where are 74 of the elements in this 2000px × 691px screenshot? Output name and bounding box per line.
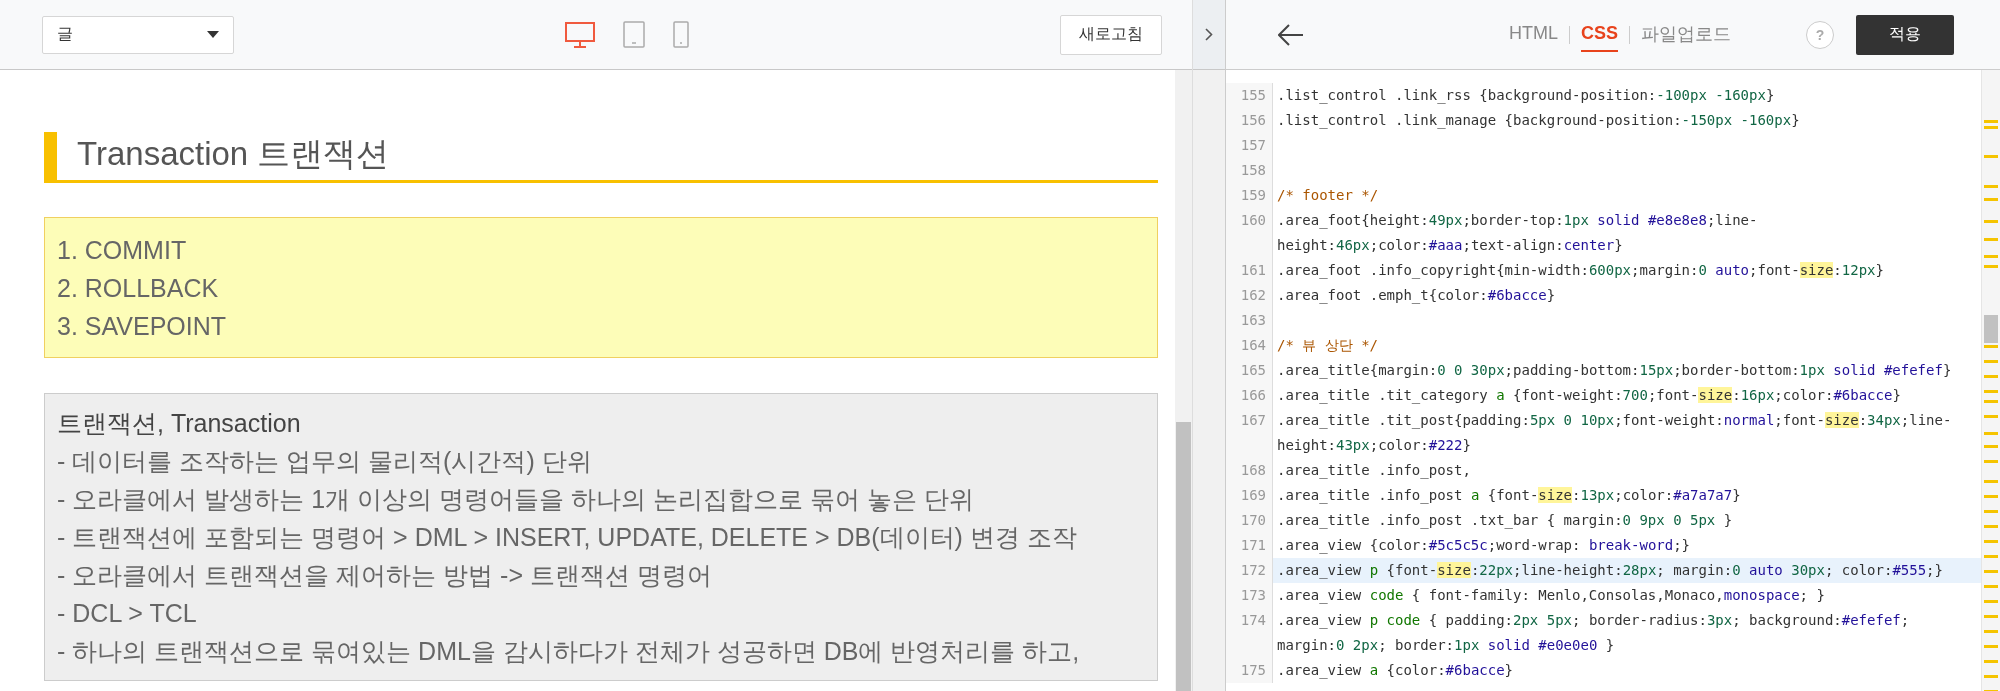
- line-number: 161: [1239, 261, 1267, 280]
- code-line: .area_view code { font-family: Menlo,Consolas,Monaco,monospace; }: [1277, 586, 1826, 606]
- line-number: 170: [1239, 511, 1267, 530]
- editor-tab[interactable]: 파일업로드: [1641, 15, 1731, 54]
- line-number: 165: [1239, 361, 1267, 380]
- code-line: .area_view {color:#5c5c5c;word-wrap: break-word;}: [1277, 536, 1692, 556]
- back-button[interactable]: [1278, 23, 1304, 46]
- chevron-right-icon: [1205, 28, 1213, 41]
- code-line: .area_title .tit_category a {font-weight:700;font-size:16px;color:#6bacce}: [1277, 386, 1902, 406]
- definition-line: - 하나의 트랜잭션으로 묶여있는 DML을 감시하다가 전체가 성공하면 DB에 반영처리를 하고,: [57, 636, 1081, 667]
- scrollbar-thumb[interactable]: [1176, 422, 1191, 691]
- help-button[interactable]: ?: [1806, 20, 1834, 49]
- code-line: .area_view a {color:#6bacce}: [1277, 661, 1515, 681]
- code-line: margin:0 2px; border:1px solid #e0e0e0 }: [1277, 636, 1616, 655]
- definition-line: - DCL > TCL: [57, 598, 198, 629]
- definition-line: - 오라클에서 트랜잭션을 제어하는 방법 -> 트랜잭션 명령어: [57, 560, 713, 591]
- code-line: .area_foot .info_copyright{min-width:600px;margin:0 auto;font-size:12px}: [1277, 261, 1885, 281]
- device-button[interactable]: [623, 21, 645, 48]
- post-title: Transaction 트랜잭션: [76, 134, 390, 174]
- line-number: 167: [1239, 411, 1267, 430]
- line-number: 169: [1239, 486, 1267, 505]
- apply-button[interactable]: 적용: [1856, 14, 1954, 55]
- line-number: 155: [1239, 86, 1267, 105]
- category-dropdown[interactable]: 글: [42, 15, 234, 54]
- editor-tab[interactable]: HTML: [1509, 17, 1558, 52]
- code-line: .area_title .info_post,: [1277, 461, 1472, 481]
- list-item: 2. ROLLBACK: [57, 273, 220, 304]
- code-line: .area_view p code { padding:2px 5px; border-radius:3px; background:#efefef;: [1277, 611, 1911, 631]
- line-number: 156: [1239, 111, 1267, 130]
- device-button[interactable]: [673, 21, 689, 48]
- definition-heading: 트랜잭션, Transaction: [57, 408, 302, 439]
- code-line: .area_foot{height:49px;border-top:1px solid #e8e8e8;line-: [1277, 211, 1759, 231]
- monitor-icon: [565, 21, 595, 48]
- code-line: height:46px;color:#aaa;text-align:center}: [1277, 236, 1624, 255]
- back-arrow-icon: [1278, 23, 1304, 46]
- line-number: 158: [1239, 161, 1267, 180]
- scrollbar[interactable]: [1981, 70, 2000, 691]
- code-line: .list_control .link_rss {background-position:-100px -160px}: [1277, 86, 1776, 106]
- line-number: 174: [1239, 611, 1267, 630]
- code-line: height:43px;color:#222}: [1277, 436, 1472, 455]
- line-number: 160: [1239, 211, 1267, 230]
- code-line: .area_title .info_post .txt_bar { margin:0 9px 0 5px }: [1277, 511, 1734, 531]
- code-line: .area_title .info_post a {font-size:13px;color:#a7a7a7}: [1277, 486, 1742, 506]
- definition-line: - 오라클에서 발생하는 1개 이상의 명령어들을 하나의 논리집합으로 묶어 놓은 단위: [57, 484, 975, 515]
- definition-line: - 트랜잭션에 포함되는 명령어 > DML > INSERT, UPDATE, DELETE > DB(데이터) 변경 조작: [57, 522, 1078, 553]
- code-line: /* footer */: [1277, 186, 1380, 205]
- phone-icon: [673, 21, 689, 48]
- editor-tab[interactable]: CSS: [1581, 17, 1618, 52]
- refresh-button[interactable]: 새로고침: [1060, 14, 1162, 55]
- code-line: .area_title .tit_post{padding:5px 0 10px;font-weight:normal;font-size:34px;line-: [1277, 411, 1953, 431]
- line-number: 166: [1239, 386, 1267, 405]
- line-number: 157: [1239, 136, 1267, 155]
- definition-line: - 데이터를 조작하는 업무의 물리적(시간적) 단위: [57, 446, 593, 477]
- code-line: /* 뷰 상단 */: [1277, 336, 1379, 355]
- code-line: .area_title{margin:0 0 30px;padding-bottom:15px;border-bottom:1px solid #efefef}: [1277, 361, 1953, 381]
- line-number: 162: [1239, 286, 1267, 305]
- line-number: 172: [1239, 561, 1267, 580]
- line-number: 173: [1239, 586, 1267, 605]
- caret-icon: [207, 31, 219, 38]
- line-number: 164: [1239, 336, 1267, 355]
- line-number: 175: [1239, 661, 1267, 680]
- line-number: 171: [1239, 536, 1267, 555]
- line-number: 168: [1239, 461, 1267, 480]
- line-number: 163: [1239, 311, 1267, 330]
- collapse-button[interactable]: [1193, 0, 1225, 70]
- code-line: .list_control .link_manage {background-position:-150px -160px}: [1277, 111, 1801, 131]
- list-item: 1. COMMIT: [57, 235, 188, 266]
- scrollbar[interactable]: [1175, 70, 1192, 691]
- code-line: .area_view p {font-size:22px;line-height:28px; margin:0 auto 30px; color:#555;}: [1277, 561, 1944, 581]
- device-button[interactable]: [565, 21, 595, 48]
- tablet-icon: [623, 21, 645, 48]
- code-line: .area_foot .emph_t{color:#6bacce}: [1277, 286, 1557, 306]
- list-item: 3. SAVEPOINT: [57, 311, 228, 342]
- line-number: 159: [1239, 186, 1267, 205]
